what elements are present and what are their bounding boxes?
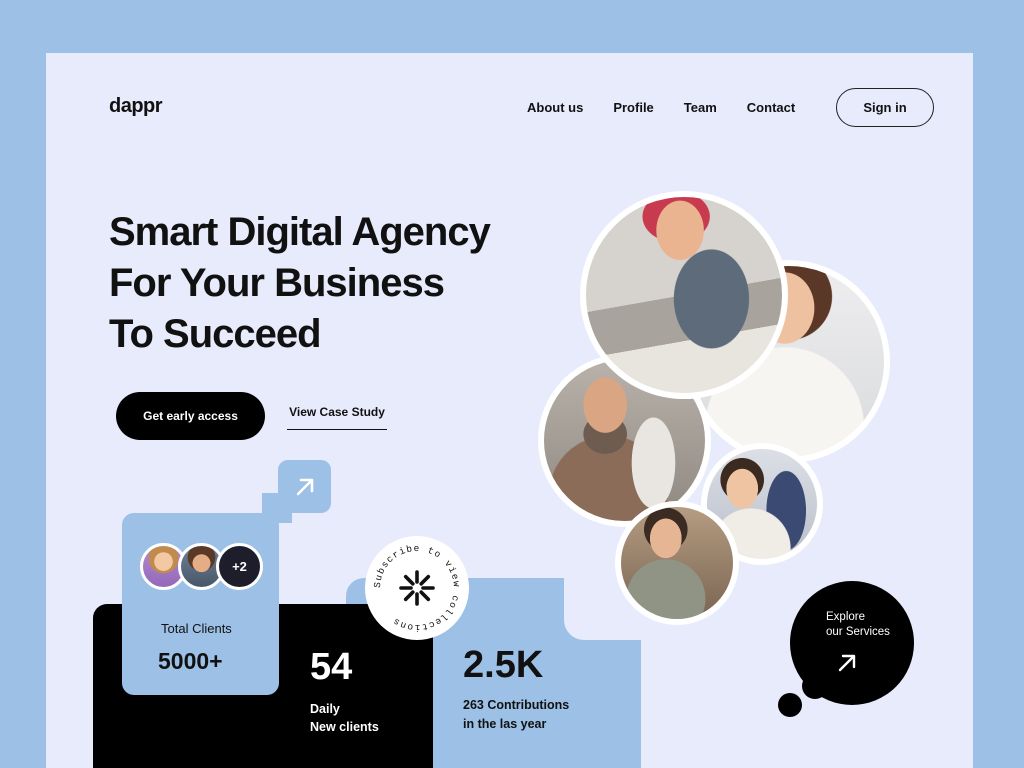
hero-title-line-3: To Succeed	[109, 312, 322, 356]
contributions-label-line-2: in the las year	[463, 717, 547, 731]
hero-title: Smart Digital Agency For Your Business T…	[109, 207, 569, 360]
subscribe-badge[interactable]: Subscribe to view collections	[365, 536, 469, 640]
contributions-label: 263 Contributions in the las year	[463, 696, 603, 734]
daily-clients-label-line-2: New clients	[310, 720, 379, 734]
subscribe-badge-graphic: Subscribe to view collections	[372, 543, 462, 633]
arrow-up-right-icon	[838, 654, 856, 672]
nav-item-contact[interactable]: Contact	[747, 100, 795, 115]
explore-services-line-1: Explore	[826, 611, 865, 623]
arrow-up-right-icon	[296, 478, 313, 495]
contributions-value: 2.5K	[463, 644, 544, 686]
get-early-access-button[interactable]: Get early access	[116, 392, 265, 440]
team-photo-woman-workshop	[615, 501, 739, 625]
explore-services-label: Explore our Services	[826, 610, 906, 640]
avatar-more-count: +2	[216, 543, 263, 590]
daily-clients-label: Daily New clients	[310, 700, 400, 736]
logo[interactable]: dappr	[109, 95, 163, 118]
team-photo-woman-drawing	[580, 191, 788, 399]
view-case-study-link[interactable]: View Case Study	[287, 405, 387, 430]
daily-clients-label-line-1: Daily	[310, 702, 340, 716]
daily-clients-value: 54	[310, 646, 353, 688]
main-nav: About us Profile Team Contact	[527, 100, 795, 115]
client-avatars: +2	[140, 543, 263, 590]
svg-text:Subscribe to view collections: Subscribe to view collections	[372, 543, 462, 633]
total-clients-label: Total Clients	[161, 621, 232, 636]
subscribe-badge-text: Subscribe to view collections	[372, 543, 461, 633]
hero-title-line-2: For Your Business	[109, 261, 445, 305]
hero-title-line-1: Smart Digital Agency	[109, 210, 491, 254]
asterisk-icon	[399, 570, 435, 606]
explore-services-button[interactable]	[790, 581, 914, 705]
total-clients-value: 5000+	[158, 648, 223, 674]
contributions-label-line-1: 263 Contributions	[463, 698, 570, 712]
explore-services-line-2: our Services	[826, 626, 890, 638]
landing-page: dappr About us Profile Team Contact Sign…	[46, 53, 973, 768]
explore-bubble-tail	[778, 693, 802, 717]
signin-button[interactable]: Sign in	[836, 88, 934, 127]
nav-item-about[interactable]: About us	[527, 100, 583, 115]
nav-item-team[interactable]: Team	[684, 100, 717, 115]
clients-arrow-button[interactable]	[278, 460, 331, 513]
nav-item-profile[interactable]: Profile	[613, 100, 653, 115]
